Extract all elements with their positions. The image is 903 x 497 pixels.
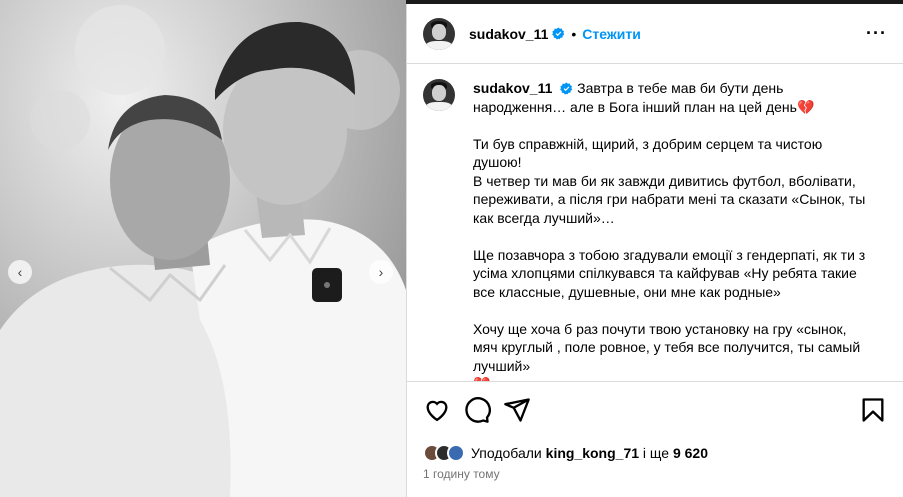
caption-avatar[interactable]: [423, 79, 455, 111]
photo-illustration: [0, 0, 406, 497]
caption-area: sudakov_11 Завтра в тебе мав би бути ден…: [407, 65, 903, 381]
avatar[interactable]: [423, 17, 455, 50]
caption-paragraph-4: Ще позавчора з тобою згадували емоції з …: [473, 246, 866, 300]
chevron-left-icon: ‹: [17, 264, 23, 280]
post-header: sudakov_11 • Стежити ···: [407, 4, 903, 64]
likes-count[interactable]: 9 620: [673, 445, 708, 461]
divider: [407, 381, 903, 382]
username[interactable]: sudakov_11: [469, 26, 548, 42]
liker-avatar[interactable]: [447, 444, 465, 462]
comment-icon[interactable]: [463, 396, 491, 424]
action-bar: [423, 396, 887, 424]
chevron-right-icon: ›: [378, 264, 384, 280]
post-photo: ‹ ›: [0, 0, 406, 497]
caption-text: sudakov_11 Завтра в тебе мав би бути ден…: [473, 79, 873, 381]
likes-text[interactable]: Уподобали king_kong_71 і ще 9 620: [471, 445, 708, 461]
follow-button[interactable]: Стежити: [582, 26, 641, 42]
post-panel: sudakov_11 • Стежити ··· sudakov_11 Завт…: [406, 4, 903, 497]
likes-summary: Уподобали king_kong_71 і ще 9 620: [423, 444, 708, 462]
likes-prefix: Уподобали: [471, 445, 542, 461]
likes-suffix: і ще: [642, 445, 670, 461]
verified-icon: [560, 82, 573, 95]
separator-dot: •: [571, 25, 577, 42]
caption-username[interactable]: sudakov_11: [473, 80, 552, 96]
heart-icon[interactable]: [423, 396, 451, 424]
bookmark-icon[interactable]: [859, 396, 887, 424]
more-options-button[interactable]: ···: [866, 23, 887, 44]
caption-paragraph-2: Ти був справжній, щирий, з добрим серцем…: [473, 135, 823, 171]
liker-username[interactable]: king_kong_71: [546, 445, 639, 461]
post-timestamp[interactable]: 1 годину тому: [423, 467, 500, 481]
next-photo-button[interactable]: ›: [369, 260, 393, 284]
caption-paragraph-5: Хочу ще хоча б раз почути твою установку…: [473, 320, 861, 374]
verified-icon: [552, 27, 565, 40]
share-icon[interactable]: [503, 396, 531, 424]
caption-paragraph-3: В четвер ти мав би як завжди дивитись фу…: [473, 172, 866, 226]
broken-heart-icon: 💔: [796, 98, 815, 115]
previous-photo-button[interactable]: ‹: [8, 260, 32, 284]
